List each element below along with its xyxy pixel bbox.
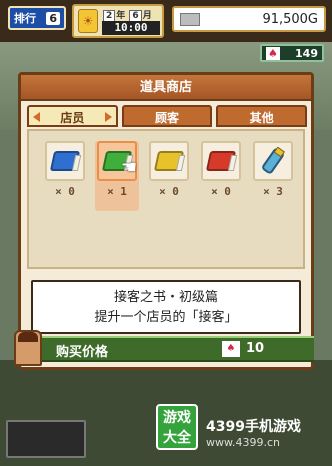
tab-other-label: 其他 bbox=[249, 111, 274, 125]
price-value: 10 bbox=[246, 341, 265, 356]
top-hud: 排行 6 ☀ 2年 6月 10:00 91,500G bbox=[0, 0, 332, 42]
item-slot bbox=[45, 141, 85, 181]
money-display: 91,500G bbox=[172, 6, 326, 32]
item-name: 接客之书・初级篇 bbox=[113, 290, 218, 305]
points-icon: ♠ bbox=[266, 46, 280, 60]
pointer-hand-icon: ☚ bbox=[121, 157, 138, 178]
potion-icon bbox=[262, 147, 286, 174]
rank-label: 排行 bbox=[14, 12, 36, 25]
item-count: × 0 bbox=[55, 185, 75, 198]
price-label: 购买价格 bbox=[56, 345, 109, 360]
watermark-site-name: 4399手机游戏 bbox=[206, 419, 301, 435]
item-red-book[interactable]: × 0 bbox=[199, 141, 243, 211]
arrow-right-icon[interactable] bbox=[104, 112, 112, 122]
money-icon bbox=[180, 13, 200, 26]
logo-line1: 游戏 bbox=[163, 410, 191, 426]
items-grid: × 0 × 1 × 0 × 0 × 3 ☚ bbox=[27, 129, 305, 269]
item-shop-panel: 道具商店 店员 顾客 其他 × 0 × 1 × 0 × 0 × 3 ☚ 接客之书… bbox=[18, 72, 314, 370]
tab-staff-label: 店员 bbox=[60, 111, 85, 125]
item-count: × 0 bbox=[211, 185, 231, 198]
month-unit: 月 bbox=[142, 11, 152, 21]
item-description: 接客之书・初级篇 提升一个店员的「接客」 bbox=[31, 280, 301, 334]
research-points: ♠ 149 bbox=[260, 44, 324, 62]
tab-customer-label: 顾客 bbox=[155, 111, 180, 125]
clock: 10:00 bbox=[102, 21, 160, 35]
sun-icon: ☀ bbox=[78, 9, 98, 33]
money-value: 91,500G bbox=[262, 11, 318, 27]
points-icon: ♠ bbox=[222, 341, 240, 357]
tab-customer[interactable]: 顾客 bbox=[121, 105, 213, 127]
tab-staff[interactable]: 店员 bbox=[27, 105, 118, 127]
purchase-price-bar[interactable]: 购买价格 ♠ 10 bbox=[14, 330, 314, 366]
arrow-left-icon[interactable] bbox=[33, 112, 40, 122]
item-blue-book[interactable]: × 0 bbox=[43, 141, 87, 211]
item-slot bbox=[253, 141, 293, 181]
item-count: × 1 bbox=[107, 185, 127, 198]
points-value: 149 bbox=[295, 46, 318, 60]
date-line: 2年 6月 bbox=[102, 8, 152, 22]
item-count: × 0 bbox=[159, 185, 179, 198]
item-potion[interactable]: × 3 bbox=[251, 141, 295, 211]
watermark-site-url: www.4399.cn bbox=[206, 436, 280, 449]
rank-indicator[interactable]: 排行 6 bbox=[8, 6, 66, 30]
logo-line2: 大全 bbox=[163, 430, 191, 446]
item-count: × 3 bbox=[263, 185, 283, 198]
item-slot bbox=[201, 141, 241, 181]
shopkeeper-avatar bbox=[14, 330, 42, 366]
item-slot bbox=[149, 141, 189, 181]
blue-book-icon bbox=[49, 151, 81, 171]
item-effect: 提升一个店员的「接客」 bbox=[94, 310, 238, 325]
shop-tabs: 店员 顾客 其他 bbox=[27, 105, 308, 127]
item-yellow-book[interactable]: × 0 bbox=[147, 141, 191, 211]
watermark-logo: 游戏 大全 bbox=[156, 404, 198, 450]
yellow-book-icon bbox=[153, 151, 185, 171]
tab-other[interactable]: 其他 bbox=[216, 105, 308, 127]
rank-value: 6 bbox=[46, 11, 60, 25]
year-unit: 年 bbox=[116, 11, 126, 21]
date-display: ☀ 2年 6月 10:00 bbox=[72, 4, 164, 38]
bottom-menu-button[interactable] bbox=[6, 420, 86, 458]
panel-title: 道具商店 bbox=[21, 75, 311, 101]
red-book-icon bbox=[205, 151, 237, 171]
